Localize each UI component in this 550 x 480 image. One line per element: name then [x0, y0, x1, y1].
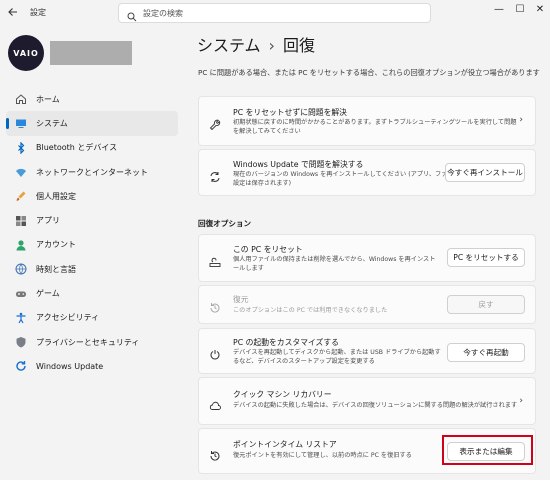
restart-now-button[interactable]: 今すぐ再起動 [447, 343, 525, 362]
account-icon [15, 239, 27, 251]
sync-icon [209, 168, 221, 182]
bluetooth-icon [15, 141, 27, 155]
title-bar: 設定 — ☐ ✕ [0, 0, 550, 28]
paintbrush-icon [15, 190, 27, 202]
page-description: PC に問題がある場合、または PC をリセットする場合、これらの回復オプション… [198, 68, 540, 77]
gamepad-icon [15, 288, 27, 300]
search-icon [127, 7, 137, 22]
restore-history-icon [209, 299, 221, 313]
wrench-icon [209, 116, 221, 131]
cloud-icon [209, 397, 221, 410]
shield-icon [15, 336, 27, 348]
sidebar-item-privacy[interactable]: プライバシーとセキュリティ [6, 330, 178, 354]
sidebar: ホーム システム Bluetooth とデバイス ネットワークとインターネット … [6, 87, 178, 379]
revert-button: 戻す [447, 295, 525, 314]
accessibility-icon [15, 312, 27, 324]
search-box[interactable] [118, 3, 431, 23]
close-button[interactable]: ✕ [525, 2, 550, 18]
sidebar-item-gaming[interactable]: ゲーム [6, 281, 178, 305]
breadcrumb-parent[interactable]: システム [197, 36, 261, 55]
sidebar-item-network[interactable]: ネットワークとインターネット [6, 160, 178, 184]
chevron-right-icon: › [519, 115, 523, 125]
breadcrumb-chevron-icon: › [268, 36, 275, 55]
card-restore: 復元 このオプションはこの PC では利用できなくなりました 戻す [198, 285, 536, 324]
sidebar-item-system[interactable]: システム [6, 111, 178, 136]
sidebar-item-apps[interactable]: アプリ [6, 208, 178, 232]
history-clock-icon [209, 447, 221, 461]
redacted-username [50, 41, 132, 65]
sidebar-item-home[interactable]: ホーム [6, 87, 178, 111]
search-input[interactable] [143, 6, 413, 20]
breadcrumb-current: 回復 [282, 36, 315, 55]
sidebar-item-accessibility[interactable]: アクセシビリティ [6, 306, 178, 330]
globe-clock-icon [15, 263, 27, 275]
card-reset-pc: この PC をリセット 個人用ファイルの保持または削除を選んでから、Window… [198, 234, 536, 282]
system-icon [15, 117, 27, 129]
home-icon [15, 93, 27, 105]
windows-update-icon [15, 360, 27, 372]
sidebar-item-personalization[interactable]: 個人用設定 [6, 184, 178, 208]
highlight-frame [442, 435, 533, 465]
back-arrow-icon[interactable] [7, 6, 21, 20]
chevron-right-icon: › [519, 396, 523, 406]
sidebar-item-time-language[interactable]: 時刻と言語 [6, 257, 178, 281]
card-windows-update-fix: Windows Update で問題を解決する 現在のバージョンの Window… [198, 149, 536, 196]
card-troubleshoot[interactable]: PC をリセットせずに問題を解決 初期状態に戻すのに時間がかかることがあります。… [198, 96, 536, 146]
sidebar-item-bluetooth[interactable]: Bluetooth とデバイス [6, 136, 178, 160]
sidebar-item-windows-update[interactable]: Windows Update [6, 354, 178, 378]
reset-pc-button[interactable]: PC をリセットする [447, 248, 525, 267]
vaio-logo: VAIO [8, 35, 44, 71]
app-title: 設定 [30, 8, 46, 17]
recovery-options-heading: 回復オプション [198, 219, 252, 228]
apps-icon [15, 215, 27, 227]
card-advanced-startup: PC の起動をカスタマイズする デバイスを再起動してディスクから起動、または U… [198, 328, 536, 374]
reset-pc-icon [209, 253, 221, 267]
reinstall-now-button[interactable]: 今すぐ再インストール [445, 163, 525, 182]
power-gear-icon [209, 346, 221, 360]
page-title: システム › 回復 [197, 32, 315, 56]
card-quick-machine-recovery[interactable]: クイック マシン リカバリー デバイスの起動に失敗した場合は、デバイスの回復ソリ… [198, 377, 536, 425]
wifi-icon [15, 166, 27, 178]
sidebar-item-accounts[interactable]: アカウント [6, 233, 178, 257]
